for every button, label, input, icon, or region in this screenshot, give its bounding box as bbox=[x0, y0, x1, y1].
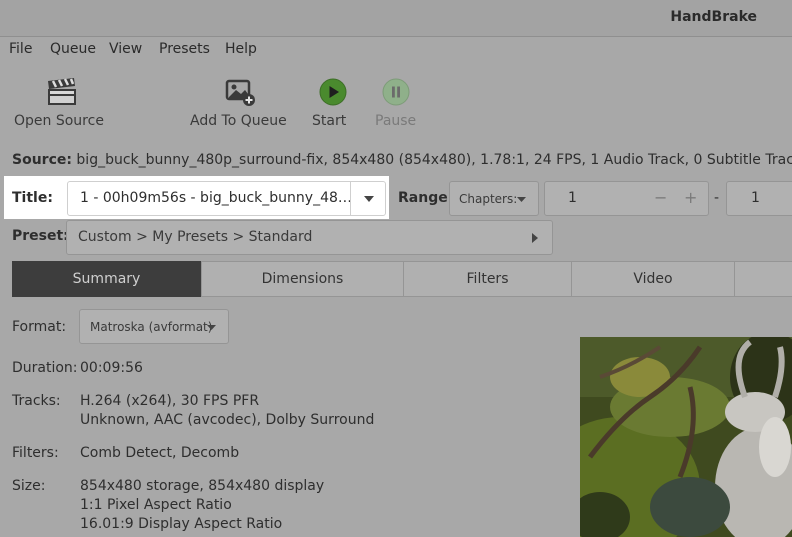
range-start-value: 1 bbox=[568, 190, 577, 206]
clapperboard-icon bbox=[48, 78, 76, 105]
start-button[interactable]: Start bbox=[308, 75, 358, 135]
title-select-value: 1 - 00h09m56s - big_buck_bunny_48… bbox=[80, 190, 352, 206]
menu-file[interactable]: File bbox=[9, 41, 32, 57]
title-select[interactable]: 1 - 00h09m56s - big_buck_bunny_48… bbox=[67, 181, 386, 216]
tab-more[interactable] bbox=[734, 261, 792, 297]
menu-queue[interactable]: Queue bbox=[50, 41, 96, 57]
format-select[interactable]: Matroska (avformat) bbox=[79, 309, 229, 344]
minus-icon[interactable]: − bbox=[654, 188, 667, 207]
title-select-divider bbox=[350, 182, 351, 215]
play-icon bbox=[319, 78, 347, 106]
plus-icon[interactable]: + bbox=[684, 188, 697, 207]
preset-label: Preset: bbox=[12, 228, 69, 244]
filters-label: Filters: bbox=[12, 445, 59, 461]
pause-icon bbox=[382, 78, 410, 106]
add-to-queue-label: Add To Queue bbox=[190, 113, 287, 129]
size-storage: 854x480 storage, 854x480 display bbox=[80, 478, 325, 494]
preset-select[interactable]: Custom > My Presets > Standard bbox=[66, 220, 553, 255]
range-mode-select[interactable]: Chapters: bbox=[449, 181, 539, 216]
menu-view[interactable]: View bbox=[109, 41, 142, 57]
chevron-down-icon bbox=[517, 197, 526, 202]
track-video: H.264 (x264), 30 FPS PFR bbox=[80, 393, 260, 409]
track-audio: Unknown, AAC (avcodec), Dolby Surround bbox=[80, 412, 375, 428]
title-bar: HandBrake bbox=[0, 0, 792, 37]
chevron-down-icon[interactable] bbox=[364, 196, 374, 202]
range-label: Range: bbox=[398, 190, 454, 206]
duration-value: 00:09:56 bbox=[80, 360, 143, 376]
tracks-label: Tracks: bbox=[12, 393, 61, 409]
pause-label: Pause bbox=[375, 113, 417, 129]
range-end-spinner[interactable]: 1 bbox=[726, 181, 792, 216]
open-source-button[interactable]: Open Source bbox=[10, 75, 105, 135]
source-label: Source: bbox=[12, 152, 72, 168]
source-info: Source: big_buck_bunny_480p_surround-fix… bbox=[12, 152, 792, 168]
tab-summary[interactable]: Summary bbox=[12, 261, 201, 297]
window-title: HandBrake bbox=[670, 9, 757, 25]
range-start-spinner[interactable]: 1 − + bbox=[544, 181, 709, 216]
preview-image bbox=[580, 337, 792, 537]
add-to-queue-button[interactable]: Add To Queue bbox=[188, 75, 288, 135]
tab-filters[interactable]: Filters bbox=[403, 261, 572, 297]
chevron-right-icon bbox=[532, 233, 538, 243]
size-pixel-aspect: 1:1 Pixel Aspect Ratio bbox=[80, 497, 232, 513]
title-label: Title: bbox=[12, 190, 53, 206]
tab-video[interactable]: Video bbox=[571, 261, 735, 297]
filters-value: Comb Detect, Decomb bbox=[80, 445, 240, 461]
format-value: Matroska (avformat) bbox=[90, 320, 213, 334]
format-label: Format: bbox=[12, 319, 67, 335]
duration-label: Duration: bbox=[12, 360, 78, 376]
open-source-label: Open Source bbox=[14, 113, 104, 129]
start-label: Start bbox=[312, 113, 347, 129]
add-image-icon bbox=[225, 79, 255, 106]
size-label: Size: bbox=[12, 478, 46, 494]
range-separator: - bbox=[714, 190, 720, 206]
chevron-down-icon bbox=[207, 325, 216, 330]
range-mode-value: Chapters: bbox=[459, 192, 518, 206]
range-end-value: 1 bbox=[751, 190, 760, 206]
menu-presets[interactable]: Presets bbox=[159, 41, 210, 57]
menu-help[interactable]: Help bbox=[225, 41, 257, 57]
size-display-aspect: 16.01:9 Display Aspect Ratio bbox=[80, 516, 283, 532]
preset-value: Custom > My Presets > Standard bbox=[78, 229, 313, 245]
tab-dimensions[interactable]: Dimensions bbox=[201, 261, 404, 297]
pause-button: Pause bbox=[370, 75, 420, 135]
source-value: big_buck_bunny_480p_surround-fix, 854x48… bbox=[76, 152, 792, 168]
